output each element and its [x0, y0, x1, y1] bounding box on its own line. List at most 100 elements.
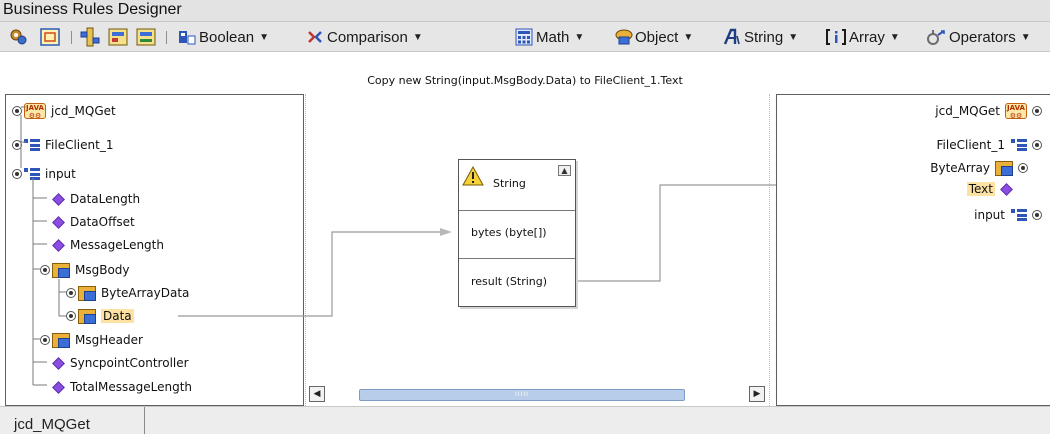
tree-item-label: input	[974, 208, 1005, 222]
operators-menu[interactable]: Operators ▼	[926, 26, 1031, 48]
expand-icon[interactable]	[40, 335, 50, 345]
expand-icon[interactable]	[66, 311, 76, 321]
collapse-icon[interactable]	[1032, 140, 1042, 150]
comparison-menu[interactable]: Comparison ▼	[306, 26, 423, 48]
input-param-bytes[interactable]: bytes (byte[])	[471, 226, 547, 239]
tree-item-label: DataLength	[70, 192, 141, 206]
output-param-result[interactable]: result (String)	[471, 275, 547, 288]
string-menu[interactable]: String ▼	[723, 26, 798, 48]
scroll-left-icon[interactable]: ◀	[309, 386, 325, 402]
tree-item-label: Data	[101, 309, 134, 323]
chevron-down-icon: ▼	[259, 31, 269, 43]
window-title: Business Rules Designer	[3, 1, 182, 18]
array-menu[interactable]: Array ▼	[826, 26, 900, 48]
tree-item-bytearraydata[interactable]: ByteArrayData	[66, 283, 189, 303]
field-icon	[52, 215, 65, 229]
math-menu[interactable]: Math ▼	[515, 26, 584, 48]
boolean-menu-label: Boolean	[199, 28, 255, 46]
java-collaboration-icon: JAVA ⚙⚙	[24, 103, 46, 120]
tab-label: jcd_MQGet	[14, 416, 90, 433]
tree-item-msgbody[interactable]: MsgBody	[40, 260, 130, 280]
collapse-icon[interactable]	[12, 169, 22, 179]
string-menu-label: String	[744, 28, 784, 46]
operators-icon	[926, 28, 946, 46]
target-item-jcd-mqget[interactable]: jcd_MQGet JAVA ⚙⚙	[935, 101, 1044, 121]
expand-icon[interactable]	[12, 140, 22, 150]
scroll-right-icon[interactable]: ▶	[749, 386, 765, 402]
tree-item-datalength[interactable]: DataLength	[52, 189, 141, 209]
target-tree[interactable]: jcd_MQGet JAVA ⚙⚙ FileClient_1 ByteArray …	[776, 94, 1050, 406]
comparison-menu-label: Comparison	[327, 28, 408, 46]
tree-item-msgheader[interactable]: MsgHeader	[40, 330, 143, 350]
layout-icon[interactable]	[80, 26, 100, 48]
tree-item-label: Text	[966, 182, 995, 196]
tree-item-label: SyncpointController	[70, 356, 189, 370]
chevron-down-icon: ▼	[683, 31, 694, 43]
toolbar: Boolean ▼ Comparison ▼ Math ▼ Object ▼ S…	[0, 22, 1050, 52]
settings-icon[interactable]	[8, 26, 28, 48]
tree-item-dataoffset[interactable]: DataOffset	[52, 212, 135, 232]
chevron-down-icon: ▼	[574, 31, 585, 43]
method-box-title: String	[493, 177, 526, 190]
canvas-horizontal-scrollbar[interactable]: ◀ IIIII ▶	[305, 385, 771, 405]
tree-item-syncpointcontroller[interactable]: SyncpointController	[52, 353, 189, 373]
tree-item-jcd-mqget[interactable]: JAVA ⚙⚙ jcd_MQGet	[12, 101, 116, 121]
rule-caption: Copy new String(input.MsgBody.Data) to F…	[367, 74, 683, 87]
target-item-input[interactable]: input	[974, 205, 1044, 225]
string-method-box[interactable]: String ▲ bytes (byte[]) result (String)	[458, 159, 576, 307]
status-bar: jcd_MQGet	[0, 406, 1050, 434]
target-item-fileclient[interactable]: FileClient_1	[937, 135, 1044, 155]
method-box-header[interactable]: String ▲	[459, 160, 575, 210]
grid-icon[interactable]	[108, 26, 128, 48]
tree-item-label: TotalMessageLength	[70, 380, 193, 394]
tab-jcd-mqget[interactable]: jcd_MQGet	[0, 407, 145, 434]
expand-icon[interactable]	[1032, 106, 1042, 116]
array-menu-label: Array	[849, 28, 885, 46]
field-icon	[1000, 182, 1013, 196]
expand-icon[interactable]	[1032, 210, 1042, 220]
tree-item-label: input	[45, 167, 76, 181]
target-item-text[interactable]: Text	[966, 179, 1018, 199]
chevron-down-icon: ▼	[412, 31, 423, 43]
class-icon	[24, 168, 40, 180]
tree-item-label: MessageLength	[70, 238, 164, 252]
comparison-icon	[306, 28, 324, 46]
source-tree[interactable]: JAVA ⚙⚙ jcd_MQGet FileClient_1 input Data…	[5, 94, 304, 406]
object-icon	[614, 28, 633, 46]
scrollbar-thumb[interactable]: IIIII	[359, 389, 685, 401]
box-divider	[459, 258, 575, 259]
chevron-down-icon: ▼	[788, 31, 799, 43]
tree-item-label: jcd_MQGet	[51, 104, 116, 118]
package-icon	[78, 308, 96, 324]
warning-icon	[462, 166, 484, 186]
auto-arrange-icon[interactable]	[136, 26, 156, 48]
package-icon	[995, 160, 1013, 176]
field-icon	[52, 380, 65, 394]
tree-item-totalmessagelength[interactable]: TotalMessageLength	[52, 377, 193, 397]
math-icon	[515, 28, 533, 46]
chevron-down-icon: ▼	[889, 31, 900, 43]
tree-item-label: MsgHeader	[75, 333, 143, 347]
expand-icon[interactable]	[1018, 163, 1028, 173]
object-menu-label: Object	[635, 28, 679, 46]
tree-item-fileclient[interactable]: FileClient_1	[12, 135, 113, 155]
tree-item-label: jcd_MQGet	[935, 104, 1000, 118]
operators-menu-label: Operators	[949, 28, 1016, 46]
collapse-box-icon[interactable]: ▲	[558, 165, 571, 176]
package-icon	[52, 332, 70, 348]
expand-icon[interactable]	[66, 288, 76, 298]
expand-icon[interactable]	[12, 106, 22, 116]
tree-item-label: ByteArray	[930, 161, 990, 175]
tree-item-input[interactable]: input	[12, 164, 76, 184]
toolbar-separator	[71, 31, 72, 44]
tree-item-messagelength[interactable]: MessageLength	[52, 235, 164, 255]
string-icon	[723, 28, 741, 46]
canvas-left-margin	[305, 94, 306, 406]
tree-item-data[interactable]: Data	[66, 306, 134, 326]
target-item-bytearray[interactable]: ByteArray	[930, 158, 1030, 178]
object-menu[interactable]: Object ▼	[614, 26, 693, 48]
collapse-icon[interactable]	[40, 265, 50, 275]
boolean-menu[interactable]: Boolean ▼	[178, 26, 269, 48]
collection-icon[interactable]	[40, 26, 60, 48]
tree-item-label: DataOffset	[70, 215, 135, 229]
